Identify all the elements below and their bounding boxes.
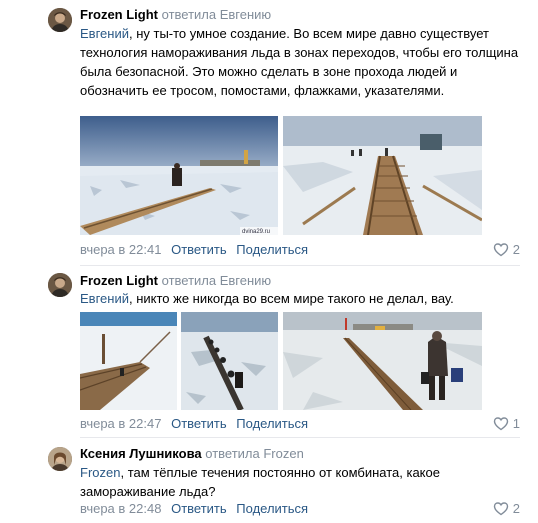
- photo[interactable]: [283, 116, 482, 235]
- share-button[interactable]: Поделиться: [236, 242, 308, 257]
- like-button[interactable]: 2: [493, 242, 520, 258]
- photo-attachments: dvina29.ru: [80, 116, 482, 235]
- comment-header: Frozen Light ответила Евгению: [80, 7, 271, 23]
- like-count: 2: [512, 242, 520, 257]
- mention-link[interactable]: Евгений: [80, 26, 129, 41]
- author-name[interactable]: Frozen Light: [80, 7, 158, 22]
- replied-to[interactable]: ответила Евгению: [162, 7, 272, 22]
- photo-watermark: dvina29.ru: [242, 229, 270, 235]
- avatar[interactable]: [48, 273, 72, 297]
- comment-text: Евгений, никто же никогда во всем мире т…: [80, 289, 520, 308]
- replied-to[interactable]: ответила Frozen: [205, 446, 304, 461]
- mention-link[interactable]: Евгений: [80, 291, 129, 306]
- replied-to[interactable]: ответила Евгению: [162, 273, 272, 288]
- like-count: 1: [512, 416, 520, 431]
- avatar[interactable]: [48, 8, 72, 32]
- reply-button[interactable]: Ответить: [171, 242, 227, 257]
- like-button[interactable]: 1: [493, 416, 520, 432]
- author-name[interactable]: Frozen Light: [80, 273, 158, 288]
- avatar[interactable]: [48, 447, 72, 471]
- photo[interactable]: dvina29.ru: [80, 116, 278, 235]
- like-count: 2: [512, 501, 520, 516]
- comment-header: Ксения Лушникова ответила Frozen: [80, 446, 304, 462]
- comment-text: Frozen, там тёплые течения постоянно от …: [80, 463, 460, 501]
- divider: [80, 437, 520, 438]
- share-button[interactable]: Поделиться: [236, 416, 308, 431]
- photo[interactable]: [283, 312, 482, 410]
- heart-outline-icon: [493, 502, 508, 516]
- comment-body: , никто же никогда во всем мире такого н…: [128, 291, 454, 306]
- heart-outline-icon: [493, 417, 508, 431]
- mention-link[interactable]: Frozen: [80, 465, 120, 480]
- comment-date[interactable]: вчера в 22:48: [80, 501, 161, 516]
- photo[interactable]: [181, 312, 278, 410]
- author-name[interactable]: Ксения Лушникова: [80, 446, 202, 461]
- comment-date[interactable]: вчера в 22:41: [80, 242, 161, 257]
- comment-date[interactable]: вчера в 22:47: [80, 416, 161, 431]
- comment-header: Frozen Light ответила Евгению: [80, 273, 271, 289]
- heart-outline-icon: [493, 243, 508, 257]
- comment-meta: вчера в 22:48 Ответить Поделиться: [80, 501, 308, 517]
- reply-button[interactable]: Ответить: [171, 501, 227, 516]
- comment-meta: вчера в 22:47 Ответить Поделиться: [80, 416, 308, 432]
- comment-body: , там тёплые течения постоянно от комбин…: [80, 465, 440, 499]
- divider: [80, 265, 520, 266]
- like-button[interactable]: 2: [493, 501, 520, 517]
- comment-text: Евгений, ну ты-то умное создание. Во все…: [80, 24, 520, 100]
- share-button[interactable]: Поделиться: [236, 501, 308, 516]
- photo-attachments: [80, 312, 482, 410]
- comment-meta: вчера в 22:41 Ответить Поделиться: [80, 242, 308, 258]
- comment-body: , ну ты-то умное создание. Во всем мире …: [80, 26, 519, 98]
- photo[interactable]: [80, 312, 177, 410]
- reply-button[interactable]: Ответить: [171, 416, 227, 431]
